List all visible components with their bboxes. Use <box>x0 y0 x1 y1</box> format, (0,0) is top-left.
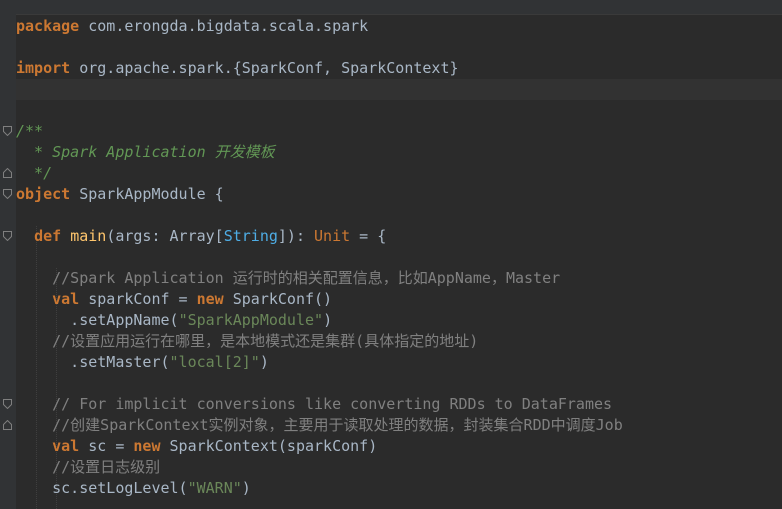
code-token: //创建SparkContext实例对象，主要用于读取处理的数据，封装集合RDD… <box>16 416 623 434</box>
code-line[interactable]: package com.erongda.bigdata.scala.spark <box>16 16 368 37</box>
code-token: ) <box>323 311 333 329</box>
code-line[interactable]: //Spark Application 运行时的相关配置信息，比如AppName… <box>16 268 560 289</box>
code-token: main <box>70 227 107 245</box>
code-token: //设置应用运行在哪里，是本地模式还是集群(具体指定的地址) <box>16 332 479 350</box>
code-editor[interactable]: package com.erongda.bigdata.scala.spark i… <box>0 0 782 509</box>
code-token: new <box>133 437 161 455</box>
code-line[interactable]: */ <box>16 163 52 184</box>
code-line[interactable]: import org.apache.spark.{SparkConf, Spar… <box>16 58 459 79</box>
code-line[interactable]: //创建SparkContext实例对象，主要用于读取处理的数据，封装集合RDD… <box>16 415 623 436</box>
code-token: // For implicit conversions like convert… <box>16 395 613 413</box>
code-line[interactable]: // For implicit conversions like convert… <box>16 394 612 415</box>
code-token: sc.setLogLevel( <box>16 479 188 497</box>
code-token: object <box>16 185 71 203</box>
code-token: new <box>196 290 224 308</box>
code-line[interactable]: //设置日志级别 <box>16 457 160 478</box>
code-token: .setAppName( <box>16 311 179 329</box>
fold-marker-icon[interactable] <box>3 189 12 199</box>
code-token: "WARN" <box>187 479 242 497</box>
code-line[interactable]: val sparkConf = new SparkConf() <box>16 289 332 310</box>
code-token: package <box>16 17 80 35</box>
code-token: String <box>223 227 278 245</box>
code-line[interactable]: sc.setLogLevel("WARN") <box>16 478 251 499</box>
code-token: Unit <box>314 227 351 245</box>
code-line[interactable]: object SparkAppModule { <box>16 184 224 205</box>
code-line[interactable]: .setAppName("SparkAppModule") <box>16 310 332 331</box>
editor-top-strip <box>0 0 782 15</box>
code-token: sparkConf = <box>79 290 197 308</box>
code-token: "local[2]" <box>169 353 260 371</box>
editor-gutter <box>0 0 16 509</box>
code-token: sc = <box>79 437 134 455</box>
code-line[interactable]: val sc = new SparkContext(sparkConf) <box>16 436 377 457</box>
code-token: org.apache.spark.{SparkConf, SparkContex… <box>70 59 459 77</box>
code-token: "SparkAppModule" <box>178 311 324 329</box>
fold-end-marker-icon[interactable] <box>3 420 12 430</box>
code-token: def <box>34 227 62 245</box>
code-token: * Spark Application 开发模板 <box>16 143 275 161</box>
code-line[interactable]: .setMaster("local[2]") <box>16 352 269 373</box>
current-line-highlight <box>16 79 782 100</box>
code-token: SparkContext(sparkConf) <box>160 437 378 455</box>
code-token: com.erongda.bigdata.scala.spark <box>79 17 369 35</box>
code-token: ]): <box>277 227 315 245</box>
fold-end-marker-icon[interactable] <box>3 168 12 178</box>
code-line[interactable]: /** <box>16 121 43 142</box>
code-token: val <box>52 437 80 455</box>
code-token: //Spark Application 运行时的相关配置信息，比如AppName… <box>16 269 561 287</box>
code-token: ) <box>259 353 269 371</box>
code-token: //设置日志级别 <box>16 458 161 476</box>
code-token: */ <box>16 164 53 182</box>
code-token: /** <box>16 122 44 140</box>
code-token: SparkAppModule { <box>70 185 224 203</box>
fold-marker-icon[interactable] <box>3 399 12 409</box>
code-line[interactable]: //设置应用运行在哪里，是本地模式还是集群(具体指定的地址) <box>16 331 478 352</box>
code-token: ) <box>241 479 251 497</box>
fold-marker-icon[interactable] <box>3 231 12 241</box>
code-token: .setMaster( <box>16 353 170 371</box>
code-token: SparkConf() <box>223 290 333 308</box>
code-line[interactable]: * Spark Application 开发模板 <box>16 142 275 163</box>
code-token: import <box>16 59 71 77</box>
code-token: = { <box>350 227 387 245</box>
code-token: (args: Array[ <box>106 227 224 245</box>
fold-marker-icon[interactable] <box>3 126 12 136</box>
code-token: val <box>52 290 80 308</box>
code-line[interactable]: def main(args: Array[String]): Unit = { <box>16 226 386 247</box>
